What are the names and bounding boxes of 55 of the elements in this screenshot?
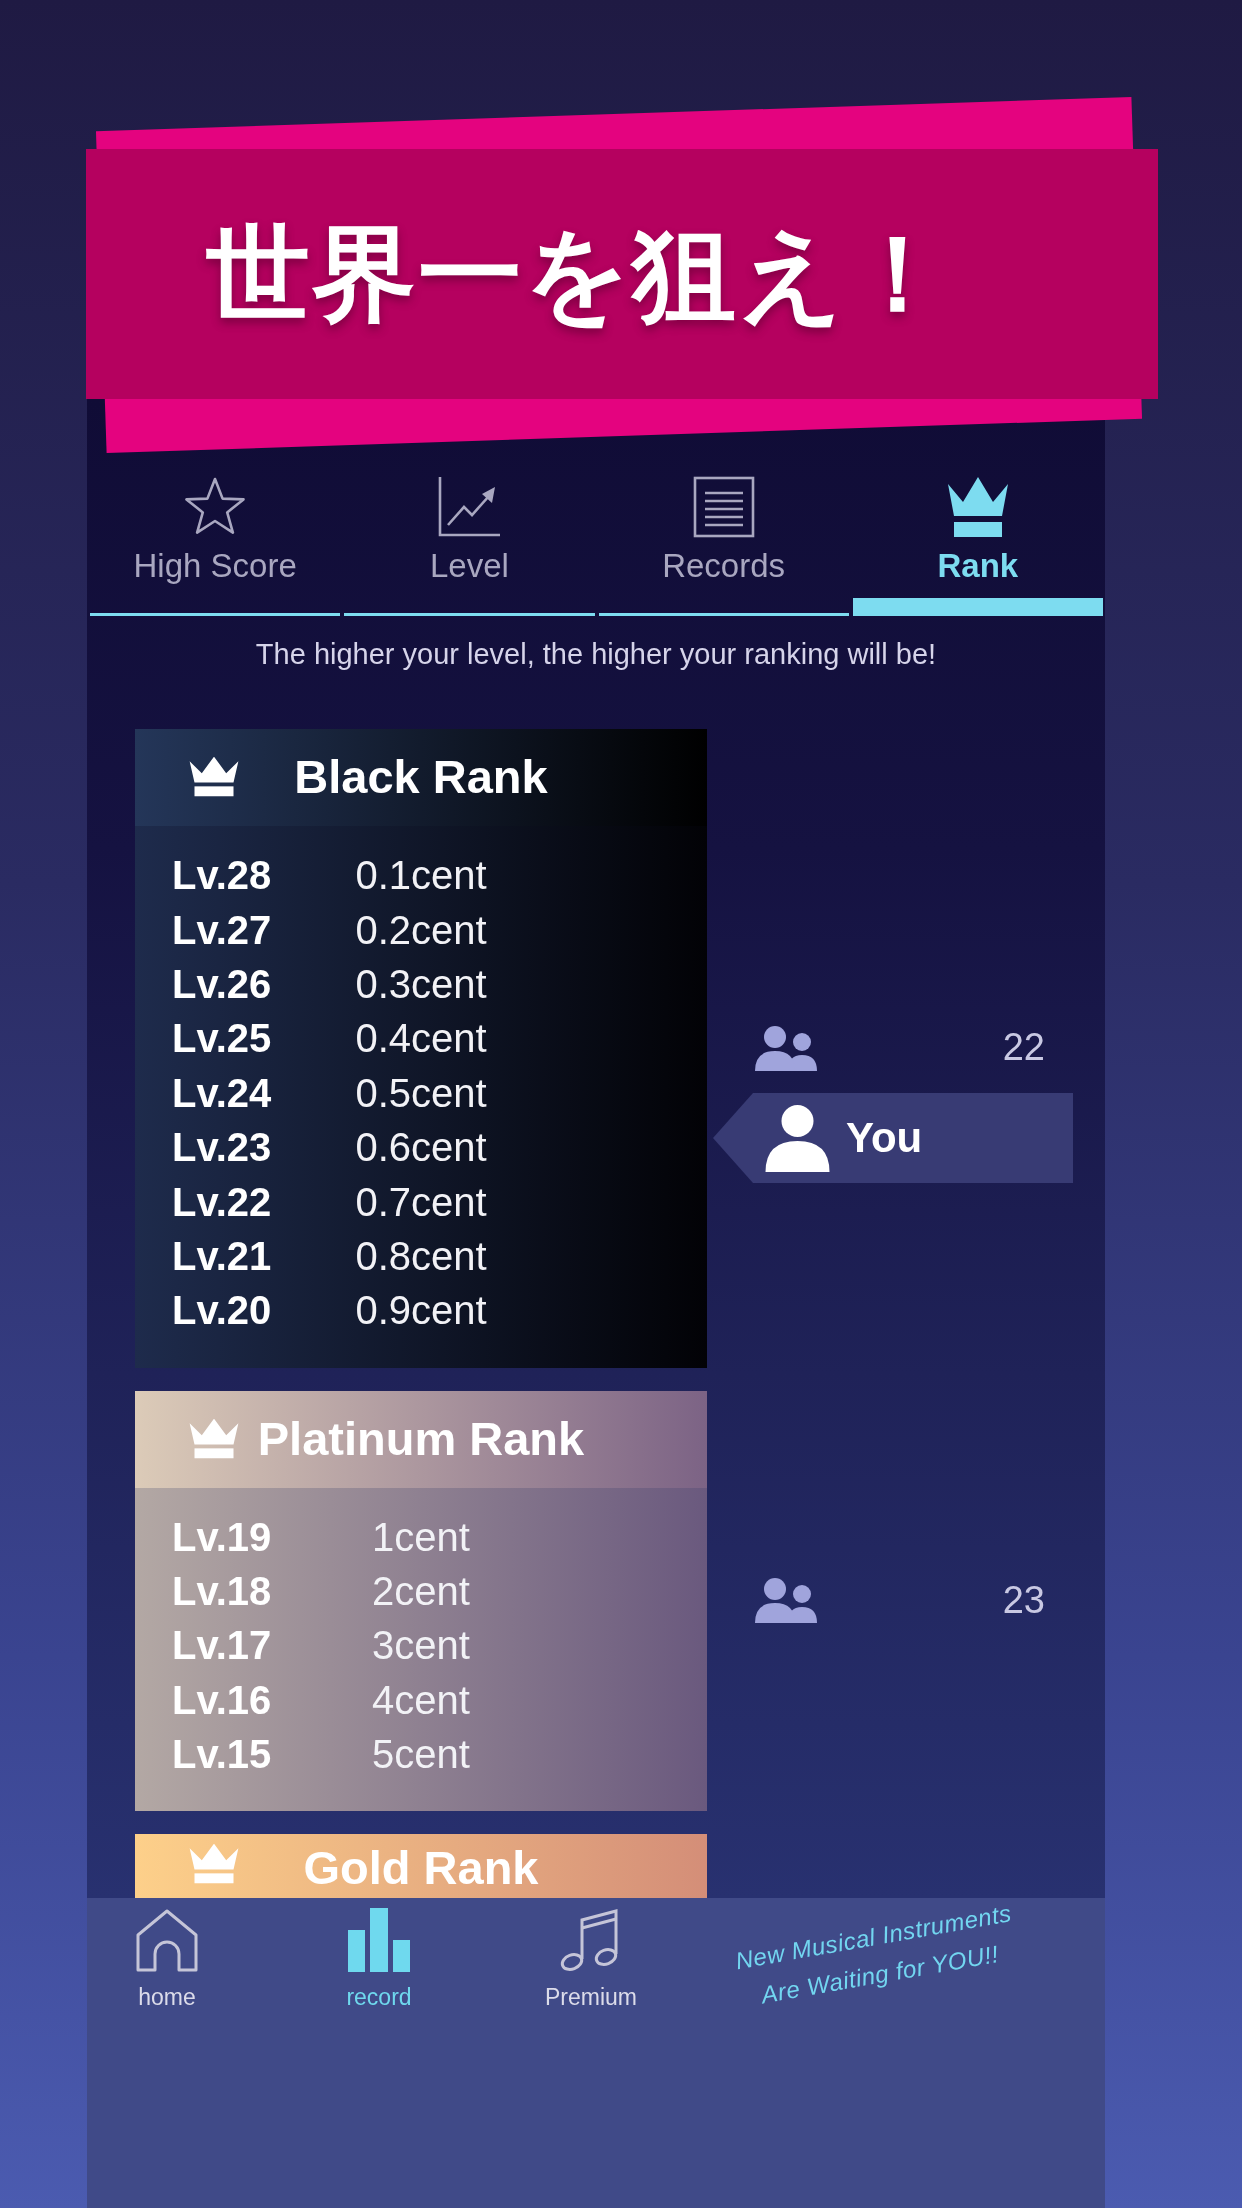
- rank-title: Platinum Rank: [257, 1410, 585, 1467]
- player-count: 23: [1002, 1578, 1045, 1624]
- reward-text: 0.9cent: [355, 1287, 487, 1335]
- banner-title: 世界一を狙え！: [206, 214, 952, 334]
- tab[interactable]: Rank: [852, 476, 1103, 616]
- crown-icon: [188, 1844, 240, 1886]
- reward-text: 0.7cent: [355, 1178, 487, 1226]
- reward-text: 0.2cent: [355, 906, 487, 954]
- group-icon: [755, 1025, 819, 1071]
- tab[interactable]: Level: [344, 476, 595, 616]
- rank-title: Black Rank: [294, 749, 548, 806]
- reward-text: 0.5cent: [355, 1069, 487, 1117]
- level-text: Lv.27: [171, 906, 273, 954]
- reward-text: 3cent: [372, 1622, 470, 1670]
- reward-text: 1cent: [372, 1513, 470, 1561]
- group-icon: [755, 1578, 819, 1624]
- reward-text: 0.1cent: [355, 852, 487, 900]
- level-text: Lv.18: [171, 1568, 273, 1616]
- crown-icon: [188, 1418, 240, 1460]
- you-label: You: [846, 1112, 923, 1163]
- level-text: Lv.21: [171, 1232, 273, 1280]
- promo-text: New Musical Instruments Are Waiting for YOU!!: [732, 1898, 1015, 2011]
- nav-tab[interactable]: record: [299, 1898, 459, 2011]
- reward-text: 0.4cent: [355, 1015, 487, 1063]
- reward-text: 0.3cent: [355, 960, 487, 1008]
- reward-text: 0.8cent: [355, 1232, 487, 1280]
- reward-text: 5cent: [372, 1731, 470, 1779]
- tab[interactable]: High Score: [90, 476, 341, 616]
- tab[interactable]: Records: [598, 476, 849, 616]
- person-icon: [764, 1104, 831, 1173]
- hint-text: The higher your level, the higher your ranking will be!: [254, 637, 938, 672]
- crown-icon: [945, 476, 1010, 538]
- line-chart-icon: [437, 476, 502, 538]
- level-text: Lv.17: [171, 1622, 273, 1670]
- nav-tab[interactable]: Premium: [511, 1898, 671, 2011]
- home-icon: [135, 1908, 199, 1972]
- crown-icon: [188, 757, 240, 798]
- reward-text: 0.6cent: [355, 1124, 487, 1172]
- nav-tab[interactable]: home: [87, 1898, 247, 2011]
- player-count: 22: [1002, 1025, 1045, 1071]
- document-icon: [691, 476, 756, 538]
- level-text: Lv.26: [171, 960, 273, 1008]
- level-text: Lv.20: [171, 1287, 273, 1335]
- level-text: Lv.28: [171, 852, 273, 900]
- level-text: Lv.15: [171, 1731, 273, 1779]
- level-text: Lv.19: [171, 1513, 273, 1561]
- level-text: Lv.23: [171, 1124, 273, 1172]
- reward-text: 4cent: [372, 1676, 470, 1724]
- level-text: Lv.25: [171, 1015, 273, 1063]
- bar-chart-icon: [347, 1908, 411, 1972]
- level-text: Lv.22: [171, 1178, 273, 1226]
- reward-text: 2cent: [372, 1568, 470, 1616]
- rank-title: Gold Rank: [303, 1844, 539, 1892]
- level-text: Lv.16: [171, 1676, 273, 1724]
- level-text: Lv.24: [171, 1069, 273, 1117]
